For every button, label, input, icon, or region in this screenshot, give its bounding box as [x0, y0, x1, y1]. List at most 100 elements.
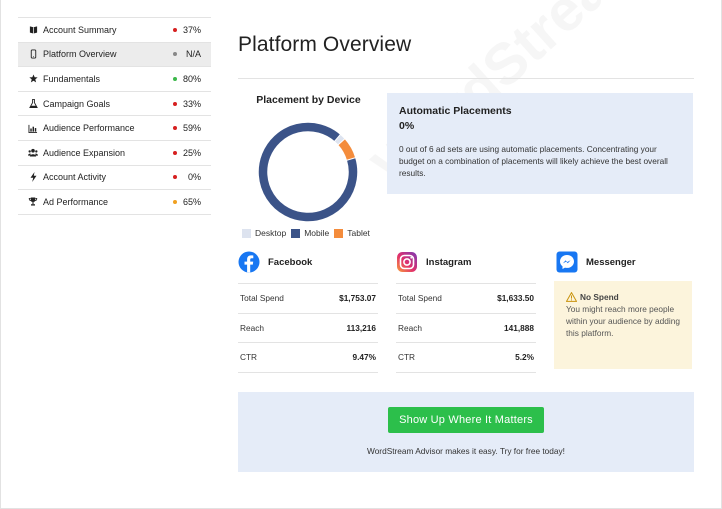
status-dot	[173, 52, 177, 57]
stat-label: CTR	[240, 352, 258, 363]
stat-row-reach: Reach 141,888	[396, 314, 536, 343]
platform-facebook: Facebook Total Spend $1,753.07 Reach 113…	[238, 250, 378, 373]
sidebar-item-pct: 65%	[182, 196, 201, 207]
sidebar-item-label: Audience Expansion	[43, 147, 126, 158]
sidebar-item-pct: N/A	[185, 49, 201, 60]
sidebar-item-label: Ad Performance	[43, 196, 109, 207]
stat-row-total-spend: Total Spend $1,753.07	[238, 284, 378, 314]
sidebar-item-campaign-goals[interactable]: Campaign Goals 33%	[18, 92, 211, 117]
stat-value: $1,753.07	[339, 293, 376, 304]
sidebar-item-label: Account Summary	[43, 24, 117, 35]
automatic-placements-title: Automatic Placements	[399, 105, 512, 117]
status-dot	[173, 126, 177, 131]
flask-icon	[28, 99, 38, 109]
stat-label: CTR	[398, 352, 416, 363]
no-spend-text: You might reach more people within your …	[566, 304, 680, 339]
status-dot	[173, 175, 177, 180]
stat-row-ctr: CTR 9.47%	[238, 343, 378, 373]
no-spend-card: No Spend You might reach more people wit…	[554, 281, 692, 369]
facebook-icon	[238, 251, 260, 273]
legend-swatch-tablet	[334, 228, 344, 238]
platform-messenger: Messenger	[556, 250, 636, 274]
frame-border-left	[0, 0, 1, 509]
sidebar-item-account-summary[interactable]: Account Summary 37%	[18, 18, 211, 43]
status-dot	[173, 199, 177, 204]
sidebar-nav: Account Summary 37% Platform Overview N/…	[18, 17, 211, 215]
legend-item-desktop: Desktop	[242, 228, 286, 238]
legend-label: Mobile	[304, 228, 330, 238]
placement-donut-chart	[258, 122, 358, 222]
stat-value: 9.47%	[352, 352, 376, 363]
automatic-placements-pct: 0%	[399, 120, 415, 132]
divider	[238, 78, 694, 79]
warning-icon	[566, 292, 577, 302]
stat-value: 5.2%	[515, 352, 534, 363]
legend-swatch-desktop	[242, 228, 251, 238]
stats-table: Total Spend $1,633.50 Reach 141,888 CTR …	[396, 283, 536, 373]
stat-label: Total Spend	[398, 293, 442, 304]
stat-value: 141,888	[504, 322, 534, 333]
bolt-icon	[28, 172, 38, 183]
sidebar-item-fundamentals[interactable]: Fundamentals 80%	[18, 67, 211, 92]
automatic-placements-text: 0 out of 6 ad sets are using automatic p…	[399, 144, 668, 179]
users-icon	[28, 148, 38, 158]
sidebar-item-pct: 0%	[187, 172, 201, 183]
sidebar-item-label: Audience Performance	[43, 123, 135, 134]
stat-value: 113,216	[346, 322, 376, 333]
platform-header: Facebook	[238, 250, 378, 274]
trophy-icon	[28, 197, 38, 207]
stat-row-total-spend: Total Spend $1,633.50	[396, 284, 536, 314]
stat-value: $1,633.50	[497, 293, 534, 304]
cta-text: WordStream Advisor makes it easy. Try fo…	[367, 446, 565, 456]
bar-chart-icon	[28, 123, 38, 133]
stat-label: Reach	[240, 322, 264, 333]
messenger-icon	[556, 251, 578, 273]
platform-instagram: Instagram Total Spend $1,633.50 Reach 14…	[396, 250, 536, 373]
star-icon	[28, 74, 38, 84]
status-dot	[173, 150, 177, 155]
sidebar-item-ad-performance[interactable]: Ad Performance 65%	[18, 190, 211, 215]
no-spend-header: No Spend	[566, 292, 680, 302]
stats-table: Total Spend $1,753.07 Reach 113,216 CTR …	[238, 283, 378, 373]
platform-header: Messenger	[556, 250, 636, 274]
sidebar-item-pct: 33%	[182, 98, 201, 109]
legend-label: Desktop	[255, 228, 287, 238]
sidebar-item-audience-performance[interactable]: Audience Performance 59%	[18, 116, 211, 141]
sidebar-item-audience-expansion[interactable]: Audience Expansion 25%	[18, 141, 211, 166]
page-title: Platform Overview	[238, 33, 412, 56]
legend-label: Tablet	[347, 228, 370, 238]
platform-name: Instagram	[426, 256, 472, 268]
status-dot	[173, 76, 177, 81]
automatic-placements-card: Automatic Placements 0% 0 out of 6 ad se…	[387, 93, 693, 194]
cta-panel: Show Up Where It Matters WordStream Advi…	[238, 392, 694, 472]
legend-item-tablet: Tablet	[334, 228, 370, 238]
sidebar-item-account-activity[interactable]: Account Activity 0%	[18, 166, 211, 191]
status-dot	[173, 101, 177, 106]
sidebar-item-label: Platform Overview	[43, 49, 117, 60]
donut-slice-desktop	[334, 134, 345, 145]
legend-swatch-mobile	[291, 228, 301, 238]
book-icon	[28, 25, 38, 35]
sidebar-item-label: Campaign Goals	[43, 98, 111, 109]
stat-label: Reach	[398, 322, 422, 333]
no-spend-title: No Spend	[580, 292, 619, 302]
donut-slice-tablet	[338, 139, 356, 161]
sidebar-item-label: Fundamentals	[43, 73, 101, 84]
sidebar-item-label: Account Activity	[43, 172, 107, 183]
instagram-icon	[396, 251, 418, 273]
chart-legend: Desktop Mobile Tablet	[242, 228, 375, 238]
sidebar-item-pct: 80%	[182, 73, 201, 84]
sidebar-item-pct: 59%	[182, 123, 201, 134]
legend-item-mobile: Mobile	[291, 228, 329, 238]
mobile-icon	[28, 49, 38, 59]
platform-name: Facebook	[268, 256, 313, 268]
platform-header: Instagram	[396, 250, 536, 274]
sidebar-item-pct: 37%	[182, 24, 201, 35]
show-up-button[interactable]: Show Up Where It Matters	[388, 407, 544, 433]
sidebar-item-pct: 25%	[182, 147, 201, 158]
status-dot	[173, 27, 177, 32]
stat-label: Total Spend	[240, 293, 284, 304]
chart-title: Placement by Device	[256, 94, 361, 106]
stat-row-ctr: CTR 5.2%	[396, 343, 536, 373]
sidebar-item-platform-overview[interactable]: Platform Overview N/A	[18, 42, 211, 68]
